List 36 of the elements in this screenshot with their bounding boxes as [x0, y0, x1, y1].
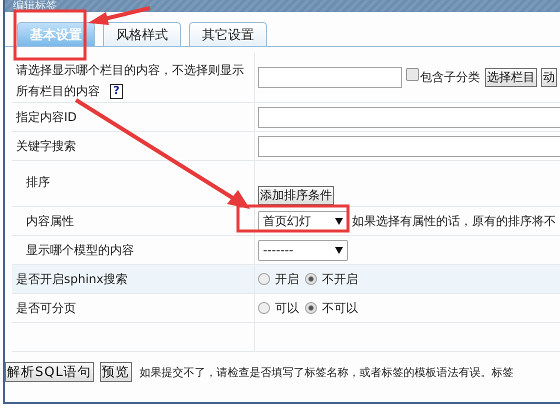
checkbox-label: 包含子分类	[420, 69, 480, 86]
dropdown[interactable]: -------	[258, 240, 348, 260]
field-label: 关键字搜索	[16, 138, 76, 155]
tab[interactable]: 其它设置	[189, 22, 267, 46]
field-label: 指定内容ID	[16, 109, 77, 126]
radio-button[interactable]	[305, 273, 317, 285]
radio-label: 可以	[275, 300, 299, 316]
field-label: 请选择显示哪个栏目的内容，不选择则显示	[16, 62, 244, 79]
add-sort-button[interactable]: 添加排序条件	[258, 186, 334, 205]
caret-icon	[335, 246, 343, 254]
select-button[interactable]: 动	[541, 68, 557, 87]
note-text: 如果提交不了，请检查是否填写了标签名称，或者标签的模板语法有误。标签	[140, 364, 514, 380]
radio-button[interactable]	[258, 302, 270, 314]
action-button[interactable]: 预览	[100, 362, 132, 382]
input-field[interactable]	[258, 136, 560, 156]
action-button[interactable]: 解析SQL语句	[5, 362, 94, 382]
radio-button[interactable]	[305, 302, 317, 314]
caret-icon	[335, 218, 343, 224]
arrow	[88, 6, 150, 25]
field-label: 显示哪个模型的内容	[26, 242, 134, 259]
field-label: 内容属性	[26, 213, 74, 230]
field-label: 所有栏目的内容	[16, 83, 100, 100]
hint-text: 如果选择有属性的话，原有的排序将不	[352, 212, 556, 230]
field-label: 排序	[26, 174, 50, 191]
checkbox[interactable]	[406, 68, 419, 81]
radio-label: 开启	[275, 270, 299, 288]
select-button[interactable]: 选择栏目	[485, 68, 537, 87]
field-label: 是否可分页	[16, 300, 76, 317]
field-label: 是否开启sphinx搜索	[16, 271, 128, 288]
radio-button[interactable]	[258, 273, 270, 285]
input-field[interactable]	[258, 106, 560, 128]
tab[interactable]: 风格样式	[103, 22, 181, 46]
radio-label: 不开启	[322, 270, 358, 288]
help-icon[interactable]: ?	[110, 84, 123, 99]
radio-label: 不可以	[322, 300, 358, 316]
category-field[interactable]	[258, 67, 402, 88]
